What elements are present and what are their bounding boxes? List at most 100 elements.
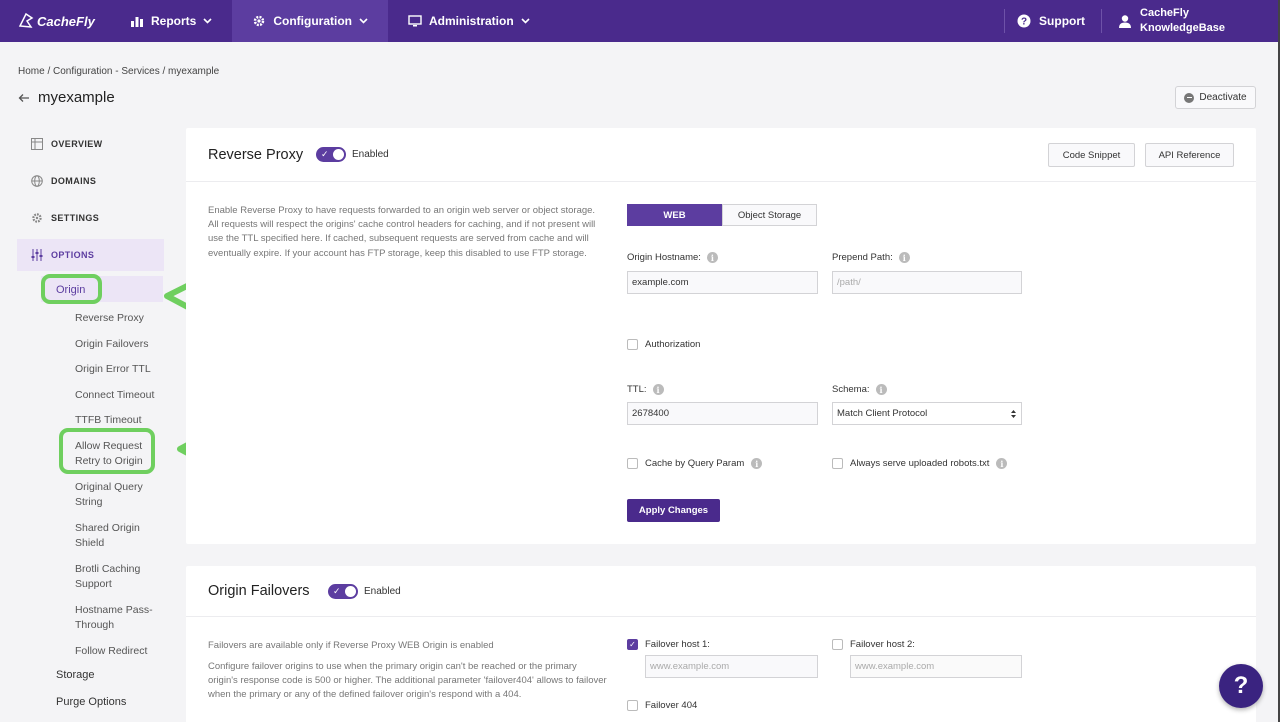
ttl-label: TTL: i	[627, 384, 664, 395]
card-header: Reverse Proxy ✓ Enabled Code Snippet API…	[186, 128, 1256, 182]
sidebar-item-label: SETTINGS	[51, 213, 100, 223]
apply-changes-button[interactable]: Apply Changes	[627, 499, 720, 522]
chevron-down-icon	[203, 18, 212, 24]
sliders-icon	[30, 249, 43, 262]
info-icon[interactable]: i	[706, 252, 718, 263]
support-link[interactable]: ? Support	[1005, 14, 1101, 28]
api-reference-button[interactable]: API Reference	[1145, 143, 1234, 167]
sidebar-item-overview[interactable]: OVERVIEW	[17, 128, 164, 160]
sidebar-sub-shared-origin-shield[interactable]: Shared Origin Shield	[75, 521, 155, 551]
origin-hostname-label-text: Origin Hostname:	[627, 252, 701, 263]
tab-object-storage[interactable]: Object Storage	[722, 204, 817, 226]
sidebar-item-label: OVERVIEW	[51, 139, 103, 149]
prepend-path-label-text: Prepend Path:	[832, 252, 893, 263]
origin-hostname-label: Origin Hostname: i	[627, 252, 718, 263]
top-navigation: CacheFly Reports Configuration Administr…	[0, 0, 1280, 42]
ttl-input[interactable]: 2678400	[627, 402, 818, 425]
failover-host1-checkbox[interactable]: ✓	[627, 639, 638, 650]
highlight-ring-origin	[41, 274, 102, 304]
cachefly-logo[interactable]: CacheFly	[0, 0, 110, 42]
cache-query-label: Cache by Query Param	[645, 458, 745, 469]
nav-administration-label: Administration	[429, 14, 514, 28]
bar-chart-icon	[131, 17, 143, 27]
prepend-path-input[interactable]: /path/	[832, 271, 1022, 294]
breadcrumb[interactable]: Home / Configuration - Services / myexam…	[18, 66, 219, 77]
sidebar-item-purge-options[interactable]: Purge Options	[56, 696, 126, 708]
schema-value: Match Client Protocol	[837, 408, 928, 419]
authorization-label: Authorization	[645, 339, 701, 350]
nav-configuration[interactable]: Configuration	[232, 0, 388, 42]
user-menu[interactable]: CacheFly KnowledgeBase	[1102, 6, 1280, 36]
info-icon[interactable]: i	[898, 252, 910, 263]
sidebar: OVERVIEW DOMAINS SETTINGS OPTIONS	[17, 128, 164, 276]
sidebar-sub-origin-failovers[interactable]: Origin Failovers	[75, 337, 149, 352]
failover-note: Failovers are available only if Reverse …	[208, 640, 494, 651]
sidebar-item-options[interactable]: OPTIONS	[17, 239, 164, 271]
failover-404-checkbox[interactable]	[627, 700, 638, 711]
monitor-icon	[408, 15, 422, 27]
deactivate-label: Deactivate	[1199, 92, 1247, 103]
schema-label: Schema: i	[832, 384, 887, 395]
nav-reports[interactable]: Reports	[110, 0, 232, 42]
failover-host1-input[interactable]: www.example.com	[645, 655, 818, 678]
minus-circle-icon	[1184, 92, 1195, 103]
deactivate-button[interactable]: Deactivate	[1175, 86, 1256, 109]
sidebar-sub-reverse-proxy[interactable]: Reverse Proxy	[75, 311, 144, 326]
page-title: myexample	[38, 89, 115, 106]
gear-icon	[30, 212, 43, 225]
code-snippet-button[interactable]: Code Snippet	[1048, 143, 1135, 167]
toggle-label: Enabled	[352, 149, 389, 160]
globe-icon	[30, 175, 43, 188]
sidebar-sub-follow-redirect[interactable]: Follow Redirect	[75, 644, 147, 659]
origin-failovers-toggle[interactable]: ✓	[328, 584, 358, 599]
authorization-checkbox[interactable]	[627, 339, 638, 350]
failover-host2-checkbox[interactable]	[832, 639, 843, 650]
chevron-down-icon	[521, 18, 530, 24]
robots-checkbox-row: Always serve uploaded robots.txt i	[832, 458, 1008, 469]
help-button[interactable]: ?	[1219, 664, 1263, 708]
title-row: myexample	[18, 89, 115, 106]
robots-checkbox[interactable]	[832, 458, 843, 469]
tab-web[interactable]: WEB	[627, 204, 722, 226]
sidebar-sub-original-query-string[interactable]: Original Query String	[75, 480, 155, 510]
check-icon: ✓	[333, 586, 341, 596]
nav-reports-label: Reports	[151, 14, 197, 28]
info-icon[interactable]: i	[875, 384, 887, 395]
user-name: CacheFly	[1140, 7, 1189, 19]
nav-administration[interactable]: Administration	[388, 0, 550, 42]
back-arrow-icon[interactable]	[18, 93, 30, 103]
sidebar-item-label: OPTIONS	[51, 250, 95, 260]
user-icon	[1119, 15, 1132, 28]
support-label: Support	[1039, 14, 1086, 28]
sidebar-sub-ttfb-timeout[interactable]: TTFB Timeout	[75, 413, 142, 428]
cache-query-checkbox-row: Cache by Query Param i	[627, 458, 763, 469]
info-icon[interactable]: i	[751, 458, 763, 469]
sidebar-sub-connect-timeout[interactable]: Connect Timeout	[75, 388, 154, 403]
origin-failovers-title: Origin Failovers	[208, 583, 310, 599]
info-icon[interactable]: i	[996, 458, 1008, 469]
schema-select[interactable]: Match Client Protocol	[832, 402, 1022, 425]
failover-host2-label: Failover host 2:	[850, 639, 915, 650]
origin-hostname-input[interactable]: example.com	[627, 271, 818, 294]
sidebar-sub-hostname-pass-through[interactable]: Hostname Pass-Through	[75, 603, 157, 633]
authorization-checkbox-row: Authorization	[627, 339, 700, 350]
sidebar-item-storage[interactable]: Storage	[56, 669, 95, 681]
card-header: Origin Failovers ✓ Enabled	[186, 566, 1256, 617]
check-icon: ✓	[321, 149, 329, 159]
nav-configuration-label: Configuration	[273, 14, 352, 28]
info-icon[interactable]: i	[652, 384, 664, 395]
prepend-path-label: Prepend Path: i	[832, 252, 910, 263]
schema-label-text: Schema:	[832, 384, 870, 395]
sidebar-sub-brotli-caching[interactable]: Brotli Caching Support	[75, 562, 155, 592]
failover-host1-label: Failover host 1:	[645, 639, 710, 650]
reverse-proxy-title: Reverse Proxy	[208, 147, 304, 163]
failover-host2-input[interactable]: www.example.com	[850, 655, 1022, 678]
cache-query-checkbox[interactable]	[627, 458, 638, 469]
reverse-proxy-toggle[interactable]: ✓	[316, 147, 346, 162]
sidebar-item-settings[interactable]: SETTINGS	[17, 202, 164, 234]
question-circle-icon: ?	[1017, 14, 1031, 28]
reverse-proxy-description: Enable Reverse Proxy to have requests fo…	[208, 205, 596, 259]
sidebar-sub-origin-error-ttl[interactable]: Origin Error TTL	[75, 362, 151, 377]
failover-description: Configure failover origins to use when t…	[208, 661, 607, 701]
sidebar-item-domains[interactable]: DOMAINS	[17, 165, 164, 197]
